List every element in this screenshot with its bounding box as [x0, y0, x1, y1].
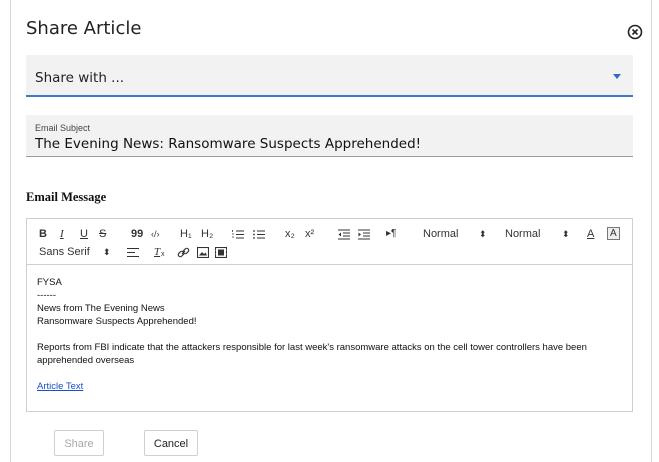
editor-content[interactable]: FYSA ------ News from The Evening News R…: [37, 276, 622, 393]
email-subject-value: The Evening News: Ransomware Suspects Ap…: [35, 136, 422, 152]
italic-button[interactable]: I: [60, 228, 64, 240]
body-line: [37, 328, 622, 341]
underline-button[interactable]: U: [80, 228, 88, 240]
video-icon[interactable]: [215, 247, 227, 258]
email-subject-label: Email Subject: [35, 123, 91, 133]
indent-icon[interactable]: [358, 229, 370, 240]
align-icon[interactable]: [127, 247, 139, 258]
share-with-placeholder: Share with ...: [35, 70, 125, 86]
share-button[interactable]: Share: [54, 430, 104, 456]
blockquote-button[interactable]: 99: [131, 228, 143, 240]
size-select-arrows-icon[interactable]: ⬍: [479, 228, 487, 240]
background-color-icon[interactable]: A: [607, 227, 620, 240]
cancel-button[interactable]: Cancel: [144, 430, 198, 456]
bullet-list-icon[interactable]: [253, 229, 265, 240]
bold-button[interactable]: B: [39, 228, 47, 240]
superscript-button[interactable]: x²: [305, 228, 314, 240]
image-icon[interactable]: [197, 247, 209, 258]
article-text-link[interactable]: Article Text: [37, 381, 83, 392]
editor-toolbar: B I U S 99 ‹/› H₁ H₂ x₂ x² ▸¶ Normal ⬍ N…: [27, 219, 632, 265]
clear-formatting-icon[interactable]: T: [154, 246, 160, 258]
code-button[interactable]: ‹/›: [151, 228, 160, 240]
body-line: News from The Evening News: [37, 303, 165, 314]
share-article-dialog: Share Article Share with ... Email Subje…: [10, 0, 652, 462]
email-subject-field[interactable]: Email Subject The Evening News: Ransomwa…: [26, 115, 633, 157]
h1-button[interactable]: H₁: [180, 228, 192, 240]
close-icon[interactable]: [627, 24, 643, 40]
body-line: ------: [37, 290, 56, 301]
ordered-list-icon[interactable]: [232, 229, 244, 240]
outdent-icon[interactable]: [338, 229, 350, 240]
dropdown-caret-icon: [613, 74, 621, 79]
heading-select-arrows-icon[interactable]: ⬍: [562, 228, 570, 240]
body-line: Ransomware Suspects Apprehended!: [37, 316, 197, 327]
body-line: FYSA: [37, 277, 62, 288]
email-message-label: Email Message: [26, 190, 107, 204]
body-line: Reports from FBI indicate that the attac…: [37, 342, 587, 366]
font-select-value[interactable]: Sans Serif: [39, 246, 90, 258]
subscript-button[interactable]: x₂: [285, 228, 295, 240]
font-color-icon[interactable]: A: [587, 228, 594, 240]
h2-button[interactable]: H₂: [201, 228, 213, 240]
body-line: [37, 367, 622, 380]
heading-select-value[interactable]: Normal: [505, 228, 540, 240]
share-with-select[interactable]: Share with ...: [26, 55, 633, 97]
rich-text-editor[interactable]: B I U S 99 ‹/› H₁ H₂ x₂ x² ▸¶ Normal ⬍ N…: [26, 218, 633, 412]
font-select-arrows-icon[interactable]: ⬍: [103, 246, 111, 258]
dialog-title: Share Article: [26, 18, 142, 39]
link-icon[interactable]: [177, 246, 190, 259]
size-select-value[interactable]: Normal: [423, 228, 458, 240]
clear-formatting-x: x: [161, 251, 165, 258]
rtl-button[interactable]: ▸¶: [386, 228, 396, 240]
strike-button[interactable]: S: [99, 228, 106, 240]
